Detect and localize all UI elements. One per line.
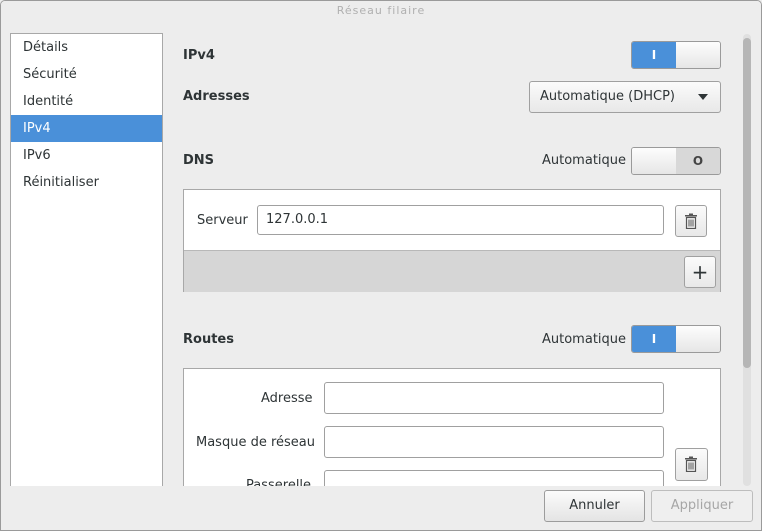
titlebar[interactable]: Réseau filaire — [1, 1, 761, 25]
addresses-heading: Adresses — [183, 89, 250, 104]
switch-knob — [676, 326, 720, 352]
trash-icon — [685, 213, 697, 229]
addresses-method-dropdown[interactable]: Automatique (DHCP) — [529, 81, 721, 113]
routes-auto-label: Automatique — [542, 332, 627, 347]
dns-list-toolbar: + — [184, 250, 720, 292]
switch-on-indicator: I — [632, 326, 677, 352]
route-address-input[interactable] — [324, 382, 664, 414]
cancel-button[interactable]: Annuler — [544, 490, 645, 522]
content-scrollbar[interactable] — [743, 34, 751, 486]
apply-button[interactable]: Appliquer — [651, 490, 753, 522]
dns-heading: DNS — [183, 153, 215, 168]
sidebar-item-details[interactable]: Détails — [11, 34, 162, 61]
ipv4-settings-panel: IPv4 I Adresses Automatique (DHCP) DNS A… — [171, 26, 733, 486]
dns-auto-toggle[interactable]: O — [631, 147, 721, 175]
route-address-label: Adresse — [261, 391, 313, 406]
add-dns-button[interactable]: + — [684, 256, 716, 288]
dns-server-label: Serveur — [197, 213, 248, 228]
routes-heading: Routes — [183, 332, 234, 347]
ipv4-toggle[interactable]: I — [631, 41, 721, 69]
delete-dns-button[interactable] — [675, 205, 707, 237]
dns-auto-label: Automatique — [542, 153, 627, 168]
switch-on-indicator: I — [632, 42, 677, 68]
switch-off-indicator: O — [676, 148, 720, 174]
dialog-footer: Annuler Appliquer — [1, 486, 761, 530]
switch-knob — [632, 148, 677, 174]
route-gateway-input[interactable] — [324, 470, 664, 486]
trash-icon — [685, 456, 697, 472]
sidebar-item-ipv4[interactable]: IPv4 — [11, 115, 162, 142]
scrollbar-thumb[interactable] — [743, 38, 751, 368]
route-gateway-label: Passerelle — [246, 478, 312, 486]
route-netmask-input[interactable] — [324, 426, 664, 458]
route-netmask-label: Masque de réseau — [196, 435, 315, 450]
dns-server-list: Serveur 127.0.0.1 + — [183, 189, 721, 292]
window-title: Réseau filaire — [336, 4, 426, 17]
sidebar-item-security[interactable]: Sécurité — [11, 61, 162, 88]
sidebar-item-reset[interactable]: Réinitialiser — [11, 169, 162, 196]
sidebar-item-identity[interactable]: Identité — [11, 88, 162, 115]
sidebar: Détails Sécurité Identité IPv4 IPv6 Réin… — [10, 33, 163, 487]
delete-route-button[interactable] — [675, 448, 708, 481]
sidebar-item-ipv6[interactable]: IPv6 — [11, 142, 162, 169]
ipv4-heading: IPv4 — [183, 48, 215, 63]
routes-auto-toggle[interactable]: I — [631, 325, 721, 353]
switch-knob — [676, 42, 720, 68]
routes-list: Adresse Masque de réseau Passerelle — [183, 368, 721, 486]
chevron-down-icon — [698, 94, 708, 100]
addresses-method-value: Automatique (DHCP) — [540, 89, 675, 104]
dns-server-input[interactable]: 127.0.0.1 — [257, 205, 664, 235]
connection-window: Réseau filaire Détails Sécurité Identité… — [0, 0, 762, 531]
